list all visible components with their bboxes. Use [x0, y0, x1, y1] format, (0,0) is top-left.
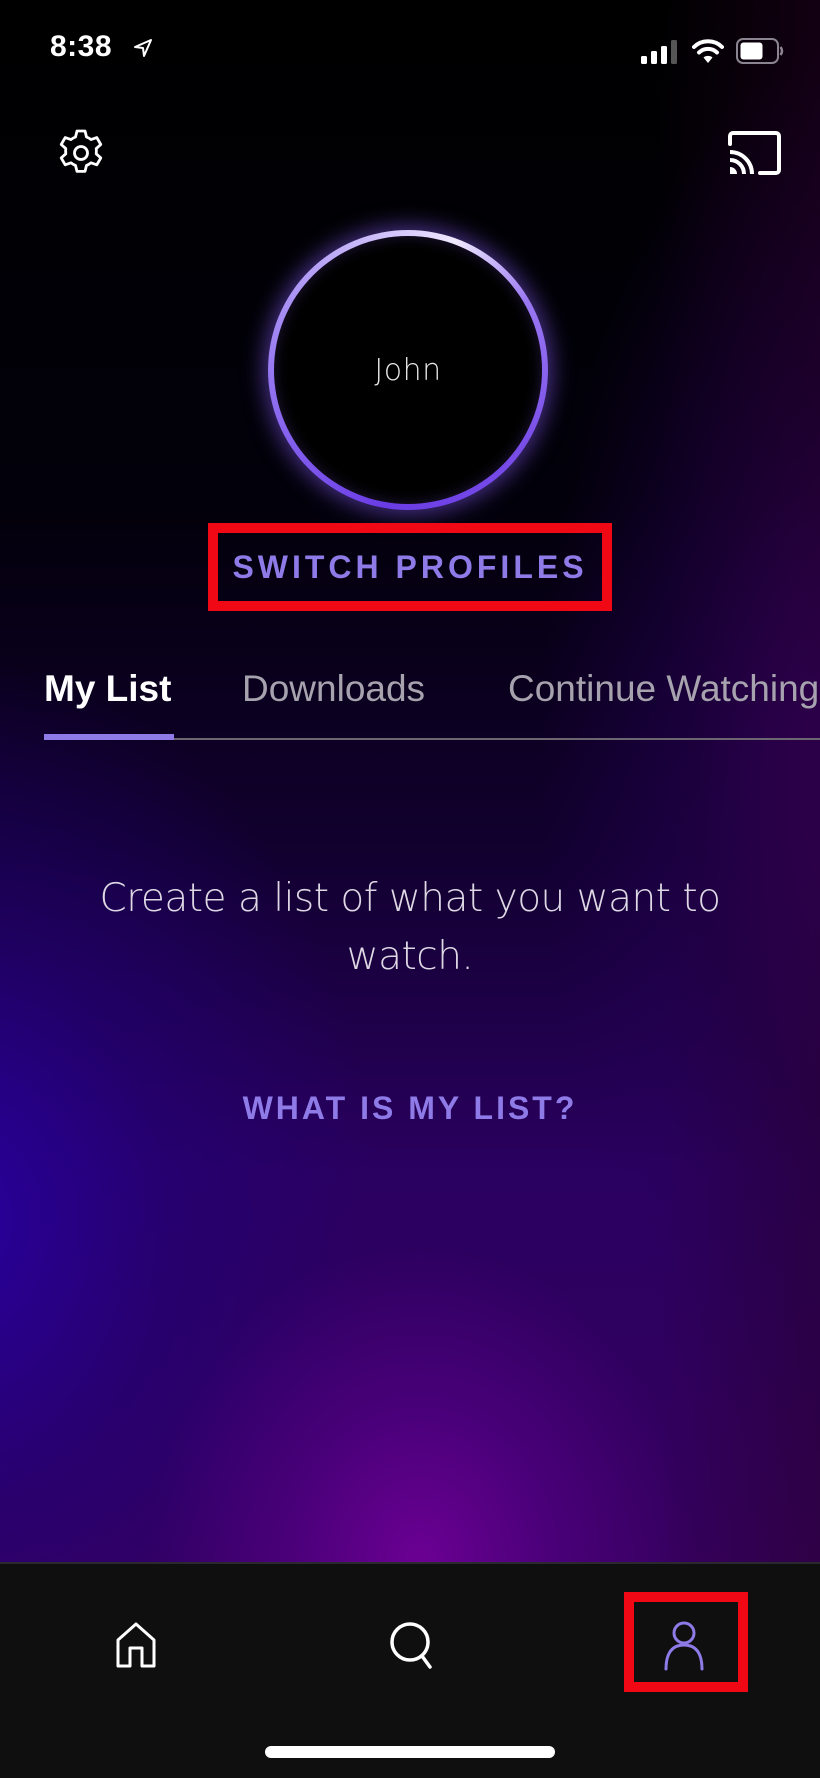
user-icon: [664, 1621, 704, 1671]
status-time: 8:38: [50, 30, 113, 63]
what-is-my-list-link[interactable]: WHAT IS MY LIST?: [160, 1090, 660, 1127]
profile-name: John: [374, 352, 442, 388]
cast-button[interactable]: [726, 130, 782, 178]
cast-icon: [728, 131, 781, 175]
profile-avatar[interactable]: John: [268, 230, 548, 510]
home-icon: [116, 1622, 156, 1668]
tab-continue-watching[interactable]: Continue Watching: [508, 668, 819, 710]
empty-list-message: Create a list of what you want to watch.: [99, 876, 721, 979]
settings-button[interactable]: [56, 128, 106, 178]
status-bar: 8:38: [0, 0, 820, 100]
nav-profile[interactable]: [654, 1614, 714, 1674]
nav-home[interactable]: [106, 1614, 166, 1674]
search-icon: [390, 1622, 432, 1669]
tab-downloads[interactable]: Downloads: [242, 668, 425, 710]
active-tab-indicator: [44, 734, 174, 740]
wifi-icon: [692, 39, 724, 63]
battery-icon: [736, 38, 784, 64]
location-arrow-icon: [134, 39, 152, 57]
profile-tabs: My List Downloads Continue Watching: [0, 660, 820, 740]
tab-my-list[interactable]: My List: [44, 668, 171, 710]
switch-profiles-button[interactable]: SWITCH PROFILES: [218, 533, 602, 601]
home-indicator[interactable]: [265, 1746, 555, 1758]
nav-search[interactable]: [382, 1614, 442, 1674]
cellular-signal-icon: [641, 40, 677, 64]
gear-icon: [59, 129, 103, 173]
